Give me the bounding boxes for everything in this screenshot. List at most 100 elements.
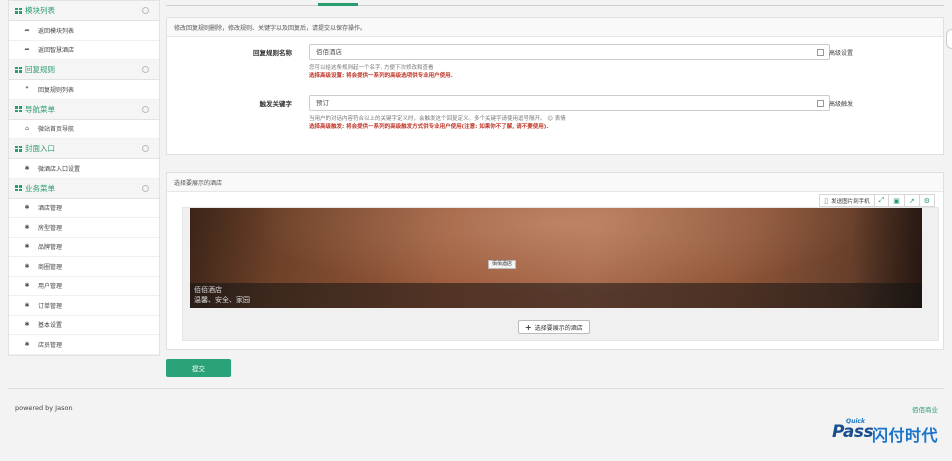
emoji-icon[interactable]: ☺: [547, 116, 553, 122]
side-toggle-button[interactable]: [946, 29, 952, 49]
sidebar-group-title: 模块列表: [25, 6, 55, 15]
tab-divider: [166, 5, 944, 6]
gear-icon: ⚙: [923, 196, 930, 205]
pin-icon: ✱: [24, 340, 30, 348]
advanced-trigger-label: 高级触发: [829, 101, 854, 108]
select-hotel-button[interactable]: + 选择要展示的酒店: [518, 320, 590, 334]
rule-name-help-warning: 选择高级设置: 将会提供一系列的高级选项供专业用户使用.: [309, 73, 453, 79]
rule-name-label: 回复规则名称: [253, 49, 292, 57]
sidebar-item-label: 房型管理: [38, 224, 63, 232]
hotel-caption: 佰佰酒店 温馨、安全、家园: [190, 283, 922, 308]
logo-cn-text: 闪付时代: [872, 426, 939, 445]
checkbox-box[interactable]: [817, 49, 824, 56]
sidebar-item[interactable]: ✱ 店员管理: [9, 335, 159, 355]
sidebar-item-label: 酒店管理: [38, 205, 63, 213]
grid-icon: [15, 145, 22, 152]
collapse-icon[interactable]: [142, 145, 149, 152]
sidebar-group-title: 回复规则: [25, 65, 55, 74]
submit-button[interactable]: 提交: [166, 359, 231, 377]
pin-icon: ✱: [24, 223, 30, 231]
powered-by-text: powered by Jason: [15, 404, 73, 412]
comment-icon: ❞: [25, 85, 29, 93]
rule-panel-header: 修改回复规则 删除，修改规则、关键字以及回复后，请提交以保存操作。: [167, 18, 943, 37]
sidebar-item-label: 店员管理: [38, 341, 63, 349]
settings-button[interactable]: ⚙: [918, 195, 934, 206]
sidebar: 模块列表 ➦ 返回模块列表 ➦ 返回智慧酒店 回复规则 ❞ 回复规则列表 导航菜单 ⌂ 微站首页导航…: [8, 0, 160, 356]
emoji-link[interactable]: 表情: [555, 116, 566, 122]
pin-icon: ✱: [24, 164, 30, 172]
collapse-icon[interactable]: [142, 66, 149, 73]
keyword-help-text: 当用户的对话内容符合以上的关键字定义时，会触发这个回复定义。多个关键字请使用逗号…: [309, 116, 546, 122]
share-icon: ➦: [24, 26, 30, 34]
sidebar-item[interactable]: ⌂ 微站首页导航: [9, 120, 159, 139]
pin-icon: ✱: [24, 301, 30, 309]
send-to-phone-button[interactable]: ▯ 发送图片到手机: [820, 195, 873, 206]
rule-name-help: 您可以给这条规则起一个名字, 方便下次修改和查看 选择高级设置: 将会提供一系列…: [309, 64, 453, 80]
grid-icon: [15, 7, 22, 14]
save-button[interactable]: ▣: [888, 195, 904, 206]
sidebar-item[interactable]: ✱ 房型管理: [9, 218, 159, 238]
sidebar-item-label: 用户管理: [38, 283, 63, 291]
sidebar-group-title: 业务菜单: [25, 183, 55, 193]
hotel-image-tag: 佰佰酒店: [488, 260, 517, 269]
sidebar-item[interactable]: ✱ 商圈管理: [9, 257, 159, 277]
collapse-icon[interactable]: [142, 184, 149, 192]
keyword-help-text-row: 当用户的对话内容符合以上的关键字定义时，会触发这个回复定义。多个关键字请使用逗号…: [309, 115, 566, 123]
logo-pass-text: Pass: [832, 422, 874, 442]
sidebar-item[interactable]: ➦ 返回智慧酒店: [9, 41, 159, 60]
hotel-panel-header: 选择要展示的酒店: [167, 173, 943, 192]
sidebar-item-label: 微站首页导航: [38, 126, 75, 134]
fullscreen-button[interactable]: ⤢: [873, 195, 889, 206]
sidebar-group[interactable]: 业务菜单: [9, 178, 159, 199]
hotel-caption-title: 佰佰酒店: [194, 286, 222, 294]
sidebar-group[interactable]: 模块列表: [9, 1, 159, 21]
grid-icon: [15, 66, 22, 73]
sidebar-group[interactable]: 封面入口: [9, 139, 159, 159]
sidebar-item[interactable]: ✱ 品牌管理: [9, 238, 159, 257]
hotel-caption-subtitle: 温馨、安全、家园: [194, 296, 250, 304]
grid-icon: [15, 106, 22, 112]
sidebar-group[interactable]: 回复规则: [9, 60, 159, 80]
rule-name-help-text: 您可以给这条规则起一个名字, 方便下次修改和查看: [309, 65, 434, 71]
hotel-image[interactable]: 佰佰酒店 佰佰酒店 温馨、安全、家园: [190, 208, 922, 308]
hotel-panel: 选择要展示的酒店 ▯ 发送图片到手机 ⤢ ▣ ↗ ⚙ 佰佰酒店 佰佰酒店 温馨、安…: [166, 172, 944, 350]
advanced-settings-label: 高级设置: [829, 50, 854, 57]
hotel-preview: 佰佰酒店 佰佰酒店 温馨、安全、家园 + 选择要展示的酒店: [182, 207, 939, 341]
sidebar-item-label: 商圈管理: [38, 263, 63, 271]
advanced-trigger-checkbox[interactable]: 高级触发: [817, 99, 853, 108]
active-tab-indicator[interactable]: [318, 3, 358, 6]
share-button[interactable]: ↗: [903, 195, 919, 206]
keyword-input[interactable]: 预订: [309, 95, 830, 111]
footer-brand-link[interactable]: 佰佰商业: [912, 404, 938, 414]
keyword-help-warning: 选择高级触发: 将会提供一系列的高级触发方式供专业用户使用(注意: 如果你不了解…: [309, 124, 549, 130]
pin-icon: ✱: [24, 321, 30, 329]
sidebar-item[interactable]: ❞ 回复规则列表: [9, 80, 159, 100]
keyword-help: 当用户的对话内容符合以上的关键字定义时，会触发这个回复定义。多个关键字请使用逗号…: [309, 115, 566, 131]
footer: powered by Jason 佰佰商业: [8, 388, 944, 414]
external-link-icon: ↗: [908, 196, 915, 205]
sidebar-item[interactable]: ➦ 返回模块列表: [9, 21, 159, 41]
sidebar-item[interactable]: ✱ 订单管理: [9, 296, 159, 316]
sidebar-item-label: 返回模块列表: [38, 27, 75, 35]
plus-icon: +: [525, 322, 532, 332]
save-icon: ▣: [893, 196, 900, 205]
sidebar-group[interactable]: 导航菜单: [9, 99, 159, 120]
pin-icon: ✱: [24, 282, 30, 290]
sidebar-item-label: 微酒店入口设置: [38, 165, 81, 173]
pin-icon: ✱: [24, 204, 30, 212]
image-toolbar: ▯ 发送图片到手机 ⤢ ▣ ↗ ⚙: [819, 194, 935, 207]
checkbox-box[interactable]: [817, 100, 824, 107]
sidebar-item-label: 基本设置: [38, 322, 63, 330]
collapse-icon[interactable]: [142, 105, 149, 113]
sidebar-item[interactable]: ✱ 微酒店入口设置: [9, 159, 159, 179]
advanced-settings-checkbox[interactable]: 高级设置: [817, 48, 853, 57]
collapse-icon[interactable]: [142, 7, 149, 14]
sidebar-item[interactable]: ✱ 基本设置: [9, 316, 159, 335]
pin-icon: ✱: [24, 262, 30, 270]
expand-icon: ⤢: [878, 196, 885, 204]
keyword-label: 触发关键字: [259, 100, 293, 108]
sidebar-item-label: 返回智慧酒店: [38, 47, 75, 55]
sidebar-item[interactable]: ✱ 酒店管理: [9, 199, 159, 218]
sidebar-item[interactable]: ✱ 用户管理: [9, 277, 159, 296]
rule-name-input[interactable]: 佰佰酒店: [309, 44, 830, 60]
